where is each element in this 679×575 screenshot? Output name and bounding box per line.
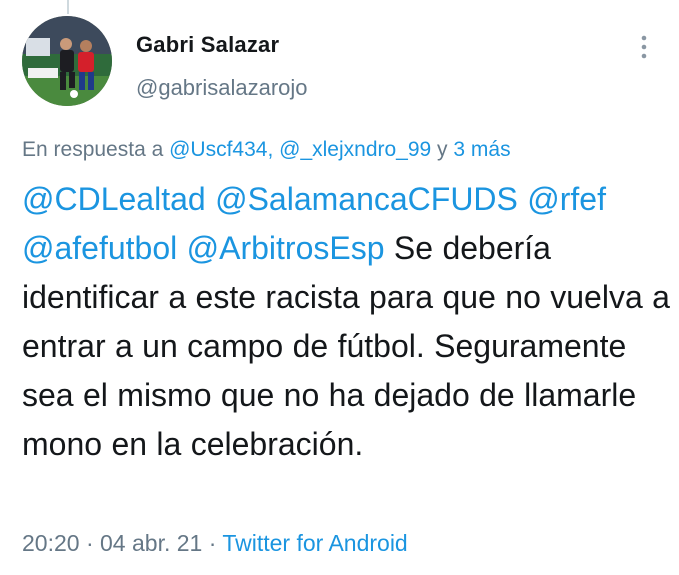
mention-link[interactable]: @SalamancaCFUDS (215, 181, 518, 217)
mention-link[interactable]: @ArbitrosEsp (187, 230, 385, 266)
mention-link[interactable]: @rfef (527, 181, 606, 217)
meta-separator: · (79, 530, 101, 556)
reply-connector: y (431, 138, 454, 161)
thread-connector-line (67, 0, 69, 14)
avatar-photo-icon (22, 16, 112, 106)
reply-context: En respuesta a @Uscf434, @_xlejxndro_99 … (22, 138, 511, 162)
tweet-source-link[interactable]: Twitter for Android (222, 530, 407, 556)
meta-separator: · (202, 530, 223, 556)
reply-prefix: En respuesta a (22, 138, 164, 161)
tweet-meta: 20:20 · 04 abr. 21 · Twitter for Android (22, 530, 408, 557)
avatar[interactable] (22, 16, 112, 106)
more-vertical-icon[interactable] (637, 34, 651, 60)
tweet-text: @CDLealtad @SalamancaCFUDS @rfef @afefut… (22, 175, 672, 469)
tweet-time[interactable]: 20:20 (22, 530, 80, 556)
mention-link[interactable]: @afefutbol (22, 230, 177, 266)
author-handle[interactable]: @gabrisalazarojo (136, 75, 308, 101)
tweet-date[interactable]: 04 abr. 21 (100, 530, 202, 556)
author-display-name[interactable]: Gabri Salazar (136, 32, 279, 58)
mention-link[interactable]: @CDLealtad (22, 181, 206, 217)
reply-more-link[interactable]: 3 más (453, 138, 510, 161)
reply-users-link[interactable]: @Uscf434, @_xlejxndro_99 (169, 138, 431, 161)
